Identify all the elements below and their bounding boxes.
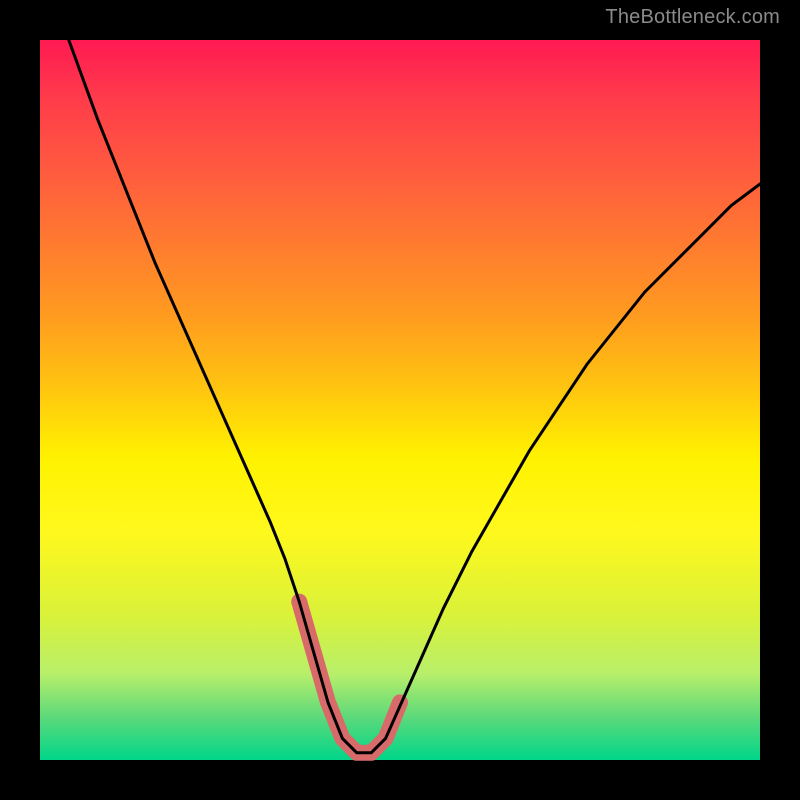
- chart-frame: TheBottleneck.com: [0, 0, 800, 800]
- watermark-text: TheBottleneck.com: [605, 6, 780, 29]
- main-curve-path: [69, 40, 760, 753]
- plot-area: [40, 40, 760, 760]
- highlight-path: [299, 602, 400, 753]
- curve-svg: [40, 40, 760, 760]
